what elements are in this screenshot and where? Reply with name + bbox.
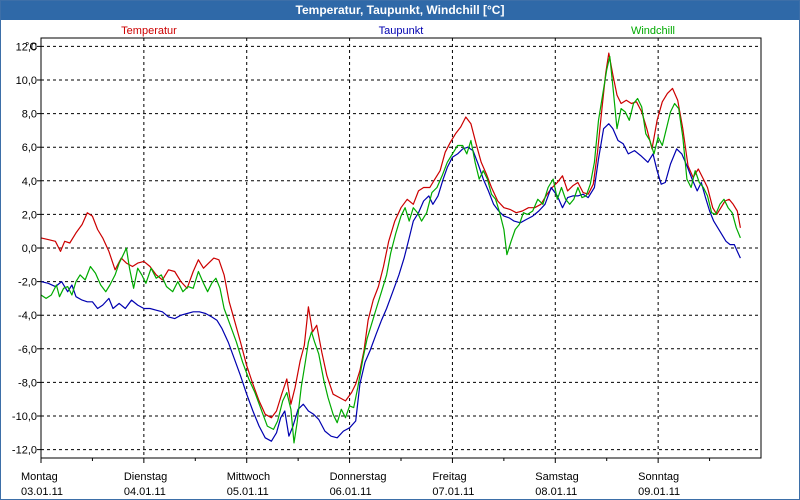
- chart-window: Temperatur, Taupunkt, Windchill [°C] 12,…: [0, 0, 800, 500]
- x-tick-date: 03.01.11: [21, 486, 63, 498]
- y-tick-label: 2,0: [22, 209, 37, 221]
- chart-area: 12,010,08,06,04,02,00,0-2,0-4,0-6,0-8,0-…: [1, 20, 799, 499]
- y-tick-label: 10,0: [16, 75, 37, 87]
- x-tick-day: Sonntag: [638, 471, 679, 483]
- x-tick-date: 05.01.11: [227, 486, 269, 498]
- y-axis-unit-label: °C: [25, 41, 37, 53]
- x-tick-date: 04.01.11: [124, 486, 166, 498]
- y-tick-label: -8,0: [18, 377, 37, 389]
- x-tick-date: 07.01.11: [432, 486, 474, 498]
- x-tick-date: 09.01.11: [638, 486, 680, 498]
- y-tick-label: 0,0: [22, 243, 37, 255]
- legend-entry-temperatur: Temperatur: [121, 25, 177, 37]
- x-tick-day: Dienstag: [124, 471, 167, 483]
- x-tick-date: 08.01.11: [535, 486, 577, 498]
- x-tick-day: Samstag: [535, 471, 578, 483]
- legend-entry-windchill: Windchill: [631, 25, 675, 37]
- x-tick-date: 06.01.11: [330, 486, 372, 498]
- window-title: Temperatur, Taupunkt, Windchill [°C]: [1, 1, 799, 20]
- legend-entry-taupunkt: Taupunkt: [379, 25, 424, 37]
- y-tick-label: -6,0: [18, 344, 37, 356]
- y-tick-label: 6,0: [22, 142, 37, 154]
- y-tick-label: -12,0: [12, 445, 37, 457]
- y-tick-label: -2,0: [18, 277, 37, 289]
- x-tick-day: Donnerstag: [330, 471, 387, 483]
- x-tick-day: Mittwoch: [227, 471, 270, 483]
- y-tick-label: 8,0: [22, 109, 37, 121]
- y-tick-label: -10,0: [12, 411, 37, 423]
- y-tick-label: 4,0: [22, 176, 37, 188]
- x-tick-day: Montag: [21, 471, 58, 483]
- x-tick-day: Freitag: [432, 471, 466, 483]
- y-tick-label: -4,0: [18, 310, 37, 322]
